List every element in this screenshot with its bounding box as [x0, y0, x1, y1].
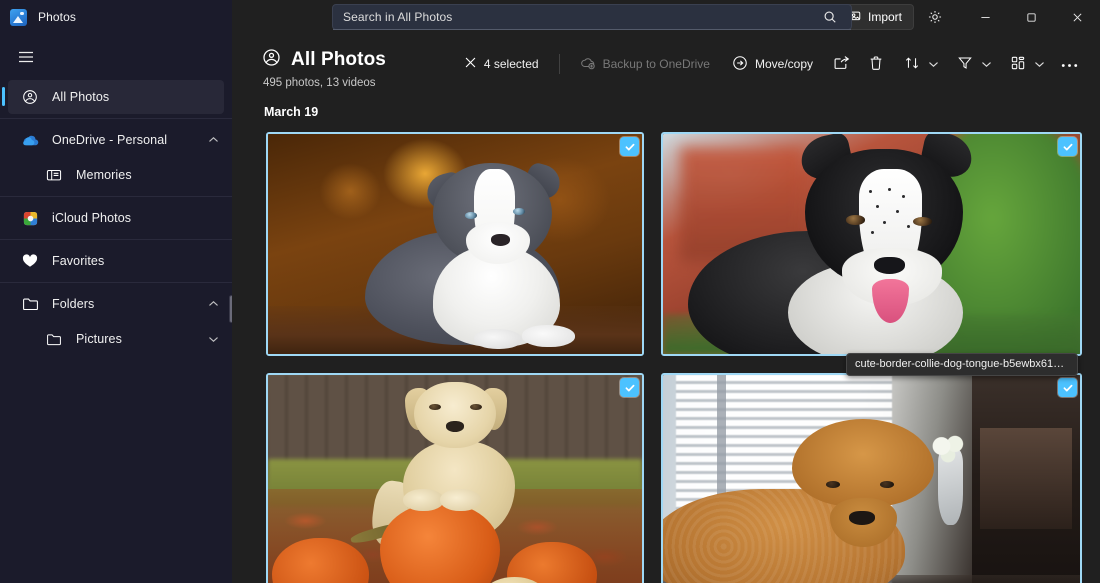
move-copy-label: Move/copy — [755, 57, 813, 71]
close-icon[interactable] — [1054, 0, 1100, 34]
maximize-restore-icon[interactable] — [1008, 0, 1054, 34]
sidebar-item-label: Favorites — [52, 254, 224, 268]
sidebar-item-memories[interactable]: Memories — [8, 158, 224, 192]
window-controls — [962, 0, 1100, 34]
filter-funnel-icon — [957, 55, 973, 74]
sidebar-item-label: Pictures — [76, 332, 202, 346]
share-icon — [833, 55, 850, 74]
photos-app-icon — [10, 9, 27, 26]
sidebar-item-label: All Photos — [52, 90, 224, 104]
search-icon[interactable] — [815, 5, 845, 29]
sidebar-divider — [0, 118, 232, 119]
heart-icon — [20, 254, 40, 268]
photo-tile[interactable] — [262, 128, 648, 360]
all-photos-icon — [20, 89, 40, 105]
chevron-up-icon[interactable] — [202, 300, 224, 308]
navigation-sidebar: All Photos OneDrive - Personal — [0, 34, 232, 583]
layout-grid-icon — [1010, 55, 1026, 74]
more-options-button[interactable] — [1053, 49, 1086, 79]
toolbar-divider — [559, 54, 560, 74]
hamburger-menu-icon[interactable] — [6, 38, 46, 76]
main-header: All Photos 495 photos, 13 videos 4 selec… — [232, 34, 1100, 89]
titlebar-actions: Import — [836, 0, 1100, 34]
icloud-photos-icon — [20, 211, 40, 226]
delete-button[interactable] — [860, 49, 892, 79]
search-placeholder: Search in All Photos — [343, 10, 815, 24]
sidebar-item-label: Folders — [52, 297, 202, 311]
photo-selection-checkbox[interactable] — [1058, 137, 1077, 156]
photo-selection-checkbox[interactable] — [620, 378, 639, 397]
chevron-down-icon — [1034, 57, 1045, 71]
cloud-backup-icon — [580, 56, 596, 73]
sidebar-item-folders[interactable]: Folders — [8, 287, 224, 321]
photo-selection-checkbox[interactable] — [620, 137, 639, 156]
sidebar-divider — [0, 282, 232, 283]
sidebar-divider — [0, 196, 232, 197]
layout-dropdown-button[interactable] — [1032, 49, 1051, 79]
folder-icon — [44, 333, 64, 346]
import-button-label: Import — [868, 10, 902, 24]
titlebar-app-identity: Photos — [0, 0, 232, 34]
page-subtitle: 495 photos, 13 videos — [263, 77, 386, 89]
app-body: All Photos OneDrive - Personal — [0, 34, 1100, 583]
sort-icon — [904, 55, 920, 74]
photo-thumbnail — [661, 373, 1082, 583]
sidebar-item-label: OneDrive - Personal — [52, 133, 202, 147]
chevron-down-icon[interactable] — [202, 335, 224, 343]
app-title: Photos — [38, 10, 76, 24]
layout-button[interactable] — [1000, 49, 1030, 79]
memories-icon — [44, 168, 64, 182]
photo-thumbnail — [661, 132, 1082, 356]
sidebar-item-label: iCloud Photos — [52, 211, 224, 225]
close-icon — [464, 56, 477, 72]
chevron-up-icon[interactable] — [202, 136, 224, 144]
sidebar-item-label: Memories — [76, 168, 224, 182]
backup-to-onedrive-button[interactable]: Backup to OneDrive — [570, 49, 720, 79]
search-input[interactable]: Search in All Photos — [332, 4, 852, 30]
photo-filename-tooltip: cute-border-collie-dog-tongue-b5ewbx61wq… — [846, 353, 1078, 376]
chevron-down-icon — [981, 57, 992, 71]
sidebar-item-onedrive-personal[interactable]: OneDrive - Personal — [8, 123, 224, 157]
delete-trash-icon — [868, 55, 884, 74]
sidebar-item-favorites[interactable]: Favorites — [8, 244, 224, 278]
all-photos-icon — [262, 48, 281, 72]
titlebar-search-region: Search in All Photos — [232, 0, 836, 34]
sidebar-item-icloud-photos[interactable]: iCloud Photos — [8, 201, 224, 235]
page-heading-block: All Photos 495 photos, 13 videos — [262, 48, 386, 89]
photo-tile[interactable] — [657, 128, 1086, 360]
sidebar-item-pictures[interactable]: Pictures — [8, 322, 224, 356]
chevron-down-icon — [928, 57, 939, 71]
sort-button[interactable] — [894, 49, 924, 79]
selection-toolbar: 4 selected Backup to OneDrive — [386, 48, 1086, 79]
photo-thumbnail — [266, 373, 644, 583]
page-title: All Photos — [291, 49, 386, 71]
date-group-header: March 19 — [264, 105, 1086, 119]
photo-selection-checkbox[interactable] — [1058, 378, 1077, 397]
photo-tile[interactable] — [657, 369, 1086, 583]
main-content: All Photos 495 photos, 13 videos 4 selec… — [232, 34, 1100, 583]
more-options-icon — [1061, 57, 1078, 71]
onedrive-cloud-icon — [20, 134, 40, 147]
move-copy-icon — [732, 55, 748, 74]
backup-to-onedrive-label: Backup to OneDrive — [603, 57, 710, 71]
gear-icon[interactable] — [920, 2, 950, 32]
photo-grid-area: March 19 — [232, 89, 1100, 583]
title-bar: Photos Search in All Photos — [0, 0, 1100, 34]
selection-count-label: 4 selected — [484, 57, 539, 71]
filter-button[interactable] — [947, 49, 977, 79]
filter-dropdown-button[interactable] — [979, 49, 998, 79]
sidebar-item-all-photos[interactable]: All Photos — [8, 80, 224, 114]
photos-app-window: Photos Search in All Photos — [0, 0, 1100, 583]
photo-tile[interactable] — [262, 369, 648, 583]
share-button[interactable] — [825, 49, 858, 79]
folder-icon — [20, 297, 40, 311]
minimize-icon[interactable] — [962, 0, 1008, 34]
sort-dropdown-button[interactable] — [926, 49, 945, 79]
sidebar-divider — [0, 239, 232, 240]
photo-thumbnail — [266, 132, 644, 356]
move-copy-button[interactable]: Move/copy — [722, 49, 823, 79]
clear-selection-button[interactable]: 4 selected — [454, 49, 549, 79]
